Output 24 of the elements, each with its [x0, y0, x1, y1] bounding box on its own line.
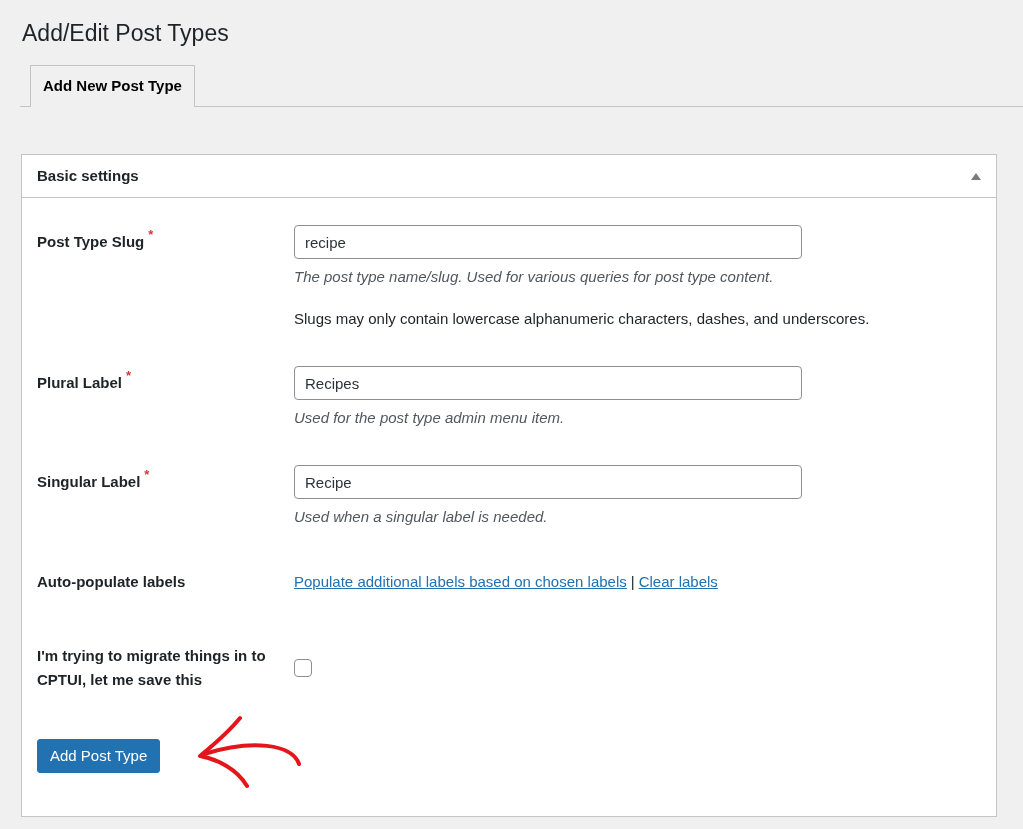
- field-label: Auto-populate labels: [37, 572, 187, 592]
- text-input[interactable]: Recipe: [294, 465, 802, 499]
- field-description: The post type name/slug. Used for various queries for post type content.: [294, 267, 775, 287]
- collapse-arrow-icon[interactable]: [971, 172, 981, 180]
- field-description: Used for the post type admin menu item.: [294, 408, 566, 428]
- required-mark: *: [126, 369, 132, 383]
- text-link[interactable]: Populate additional labels based on chosen labels: [294, 573, 627, 590]
- field-label: I'm trying to migrate things in to CPTUI, let me save this: [37, 646, 267, 690]
- text-link[interactable]: Clear labels: [638, 573, 718, 590]
- add-post-type-button[interactable]: Add Post Type: [37, 739, 161, 773]
- field-label: Post Type Slug: [37, 232, 145, 252]
- page-title: Add/Edit Post Types: [21, 19, 230, 48]
- panel-title: Basic settings: [37, 165, 139, 186]
- required-mark: *: [148, 228, 154, 242]
- required-mark: *: [144, 468, 150, 482]
- text-input[interactable]: Recipes: [294, 366, 802, 400]
- field-label: Singular Label: [37, 472, 141, 492]
- text-input[interactable]: recipe: [294, 225, 802, 259]
- tab[interactable]: Add New Post Type: [30, 65, 195, 107]
- field-note: Slugs may only contain lowercase alphanumeric characters, dashes, and underscores.: [294, 309, 871, 329]
- link-separator: |: [630, 573, 635, 590]
- field-label: Plural Label: [37, 373, 123, 393]
- checkbox[interactable]: [294, 659, 312, 677]
- field-description: Used when a singular label is needed.: [294, 507, 549, 527]
